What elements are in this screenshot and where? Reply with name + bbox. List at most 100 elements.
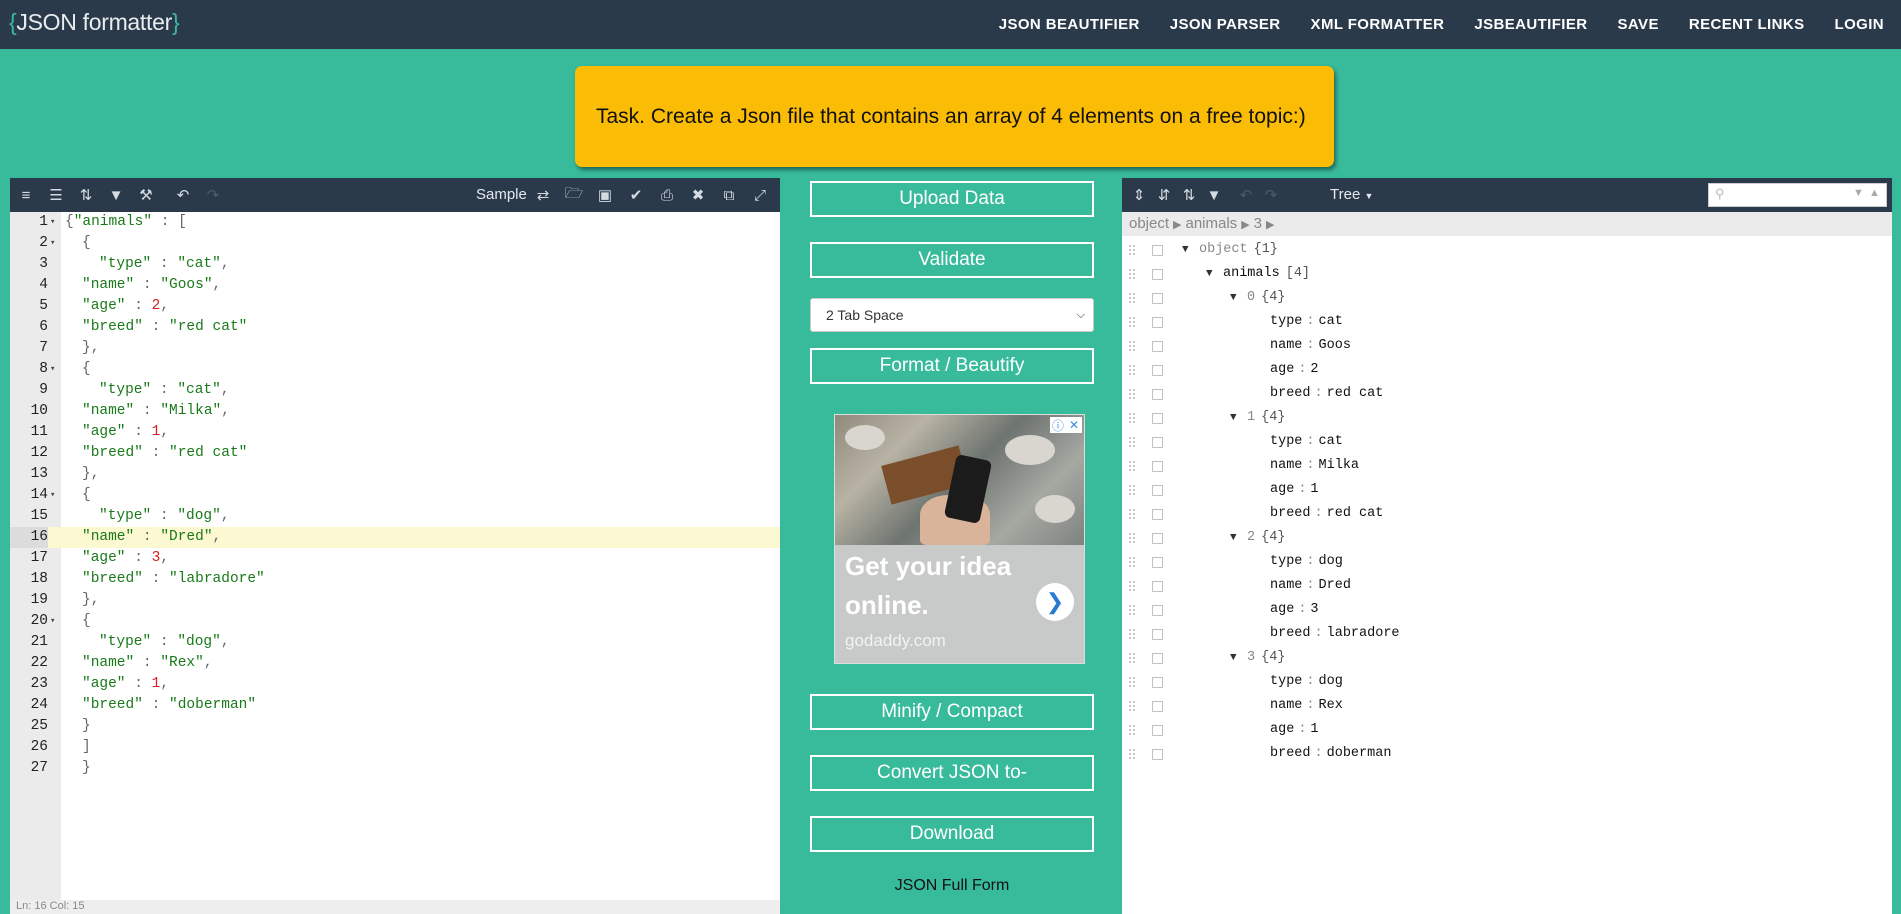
node-context-menu-button[interactable] — [1152, 557, 1163, 568]
copy-icon[interactable]: ⧉ — [718, 178, 740, 212]
format-beautify-button[interactable]: Format / Beautify — [810, 348, 1094, 384]
tree-node[interactable]: ▼ animals [4] — [1122, 262, 1892, 286]
code-line[interactable]: 13}, — [10, 464, 780, 485]
ad-choices[interactable]: ⓘ ✕ — [1050, 417, 1082, 433]
fold-toggle-icon[interactable]: ▾ — [50, 359, 55, 380]
fullscreen-icon[interactable]: ⤢ — [749, 178, 771, 212]
expand-toggle-icon[interactable]: ▼ — [1230, 646, 1237, 670]
code-line[interactable]: 21 "type" : "dog", — [10, 632, 780, 653]
clear-x-icon[interactable]: ✖ — [687, 178, 709, 212]
search-next-icon[interactable]: ▼ — [1853, 187, 1864, 199]
code-line[interactable]: 20 ▾ { — [10, 611, 780, 632]
node-context-menu-button[interactable] — [1152, 413, 1163, 424]
code-line[interactable]: 4 "name" : "Goos", — [10, 275, 780, 296]
drag-handle-icon[interactable] — [1128, 460, 1136, 473]
drag-handle-icon[interactable] — [1128, 316, 1136, 329]
save-icon[interactable]: ▣ — [594, 178, 616, 212]
fold-toggle-icon[interactable]: ▾ — [50, 233, 55, 254]
code-line[interactable]: 16 "name" : "Dred", — [10, 527, 780, 548]
tree-node[interactable]: type: cat — [1122, 310, 1892, 334]
sample-button[interactable]: Sample — [476, 178, 527, 212]
drag-handle-icon[interactable] — [1128, 676, 1136, 689]
minify-compact-button[interactable]: Minify / Compact — [810, 694, 1094, 730]
code-line[interactable]: 11 "age" : 1, — [10, 422, 780, 443]
drag-handle-icon[interactable] — [1128, 628, 1136, 641]
expand-toggle-icon[interactable]: ▼ — [1182, 238, 1189, 262]
node-context-menu-button[interactable] — [1152, 749, 1163, 760]
node-value[interactable]: Milka — [1319, 458, 1360, 473]
drag-handle-icon[interactable] — [1128, 364, 1136, 377]
code-line[interactable]: 1 ▾ {"animals" : [ — [10, 212, 780, 233]
node-value[interactable]: red cat — [1327, 506, 1384, 521]
node-value[interactable]: dog — [1319, 674, 1343, 689]
tree-node[interactable]: name: Rex — [1122, 694, 1892, 718]
node-value[interactable]: dog — [1319, 554, 1343, 569]
fold-toggle-icon[interactable]: ▾ — [50, 485, 55, 506]
repair-wrench-icon[interactable]: ⚒ — [135, 178, 157, 212]
drag-handle-icon[interactable] — [1128, 388, 1136, 401]
tree-node[interactable]: ▼ object {1} — [1122, 238, 1892, 262]
code-line[interactable]: 12 "breed" : "red cat" — [10, 443, 780, 464]
node-context-menu-button[interactable] — [1152, 245, 1163, 256]
check-icon[interactable]: ✔ — [625, 178, 647, 212]
drag-handle-icon[interactable] — [1128, 556, 1136, 569]
format-icon[interactable]: ≡ — [15, 178, 37, 212]
expand-toggle-icon[interactable]: ▼ — [1206, 262, 1213, 286]
node-context-menu-button[interactable] — [1152, 581, 1163, 592]
drag-handle-icon[interactable] — [1128, 436, 1136, 449]
code-line[interactable]: 14 ▾ { — [10, 485, 780, 506]
node-value[interactable]: Rex — [1319, 698, 1343, 713]
filter-icon[interactable]: ▼ — [1202, 178, 1226, 212]
node-value[interactable]: Goos — [1319, 338, 1351, 353]
nav-recent-links[interactable]: RECENT LINKS — [1689, 16, 1805, 33]
nav-save[interactable]: SAVE — [1618, 16, 1659, 33]
chevron-right-icon[interactable]: ❯ — [1036, 583, 1074, 621]
node-context-menu-button[interactable] — [1152, 485, 1163, 496]
node-value[interactable]: cat — [1319, 314, 1343, 329]
drag-handle-icon[interactable] — [1128, 292, 1136, 305]
tree-node[interactable]: ▼ 2 {4} — [1122, 526, 1892, 550]
code-line[interactable]: 18 "breed" : "labradore" — [10, 569, 780, 590]
nav-jsbeautifier[interactable]: JSBEAUTIFIER — [1474, 16, 1587, 33]
node-context-menu-button[interactable] — [1152, 725, 1163, 736]
search-prev-icon[interactable]: ▲ — [1869, 187, 1880, 199]
drag-handle-icon[interactable] — [1128, 532, 1136, 545]
node-context-menu-button[interactable] — [1152, 629, 1163, 640]
nav-json-parser[interactable]: JSON PARSER — [1170, 16, 1281, 33]
code-line[interactable]: 9 "type" : "cat", — [10, 380, 780, 401]
expand-toggle-icon[interactable]: ▼ — [1230, 286, 1237, 310]
node-context-menu-button[interactable] — [1152, 701, 1163, 712]
drag-handle-icon[interactable] — [1128, 580, 1136, 593]
tree-node[interactable]: breed: doberman — [1122, 742, 1892, 766]
fold-toggle-icon[interactable]: ▾ — [50, 611, 55, 632]
tree-node[interactable]: age:2 — [1122, 358, 1892, 382]
node-context-menu-button[interactable] — [1152, 461, 1163, 472]
node-context-menu-button[interactable] — [1152, 605, 1163, 616]
drag-handle-icon[interactable] — [1128, 340, 1136, 353]
tree-node[interactable]: ▼ 3 {4} — [1122, 646, 1892, 670]
filter-icon[interactable]: ▼ — [105, 178, 127, 212]
usb-icon[interactable]: ⇄ — [532, 178, 554, 212]
code-line[interactable]: 23 "age" : 1, — [10, 674, 780, 695]
download-button[interactable]: Download — [810, 816, 1094, 852]
node-value[interactable]: 1 — [1310, 482, 1318, 497]
breadcrumb-animals[interactable]: animals — [1186, 215, 1238, 232]
tab-space-select[interactable]: 2 Tab Space ⌵ — [810, 298, 1094, 332]
drag-handle-icon[interactable] — [1128, 484, 1136, 497]
code-line[interactable]: 3 "type" : "cat", — [10, 254, 780, 275]
tree-node[interactable]: name: Milka — [1122, 454, 1892, 478]
breadcrumb-3[interactable]: 3 — [1254, 215, 1262, 232]
open-folder-icon[interactable]: 🗁 — [563, 178, 585, 212]
collapse-all-icon[interactable]: ⇵ — [1152, 178, 1176, 212]
compact-icon[interactable]: ☰ — [45, 178, 67, 212]
breadcrumb-object[interactable]: object — [1129, 215, 1169, 232]
node-context-menu-button[interactable] — [1152, 677, 1163, 688]
code-line[interactable]: 2 ▾ { — [10, 233, 780, 254]
node-context-menu-button[interactable] — [1152, 341, 1163, 352]
node-context-menu-button[interactable] — [1152, 293, 1163, 304]
tree-node[interactable]: name: Dred — [1122, 574, 1892, 598]
tree-node[interactable]: age:3 — [1122, 598, 1892, 622]
code-line[interactable]: 10 "name" : "Milka", — [10, 401, 780, 422]
tree-node[interactable]: type: cat — [1122, 430, 1892, 454]
code-line[interactable]: 8 ▾ { — [10, 359, 780, 380]
